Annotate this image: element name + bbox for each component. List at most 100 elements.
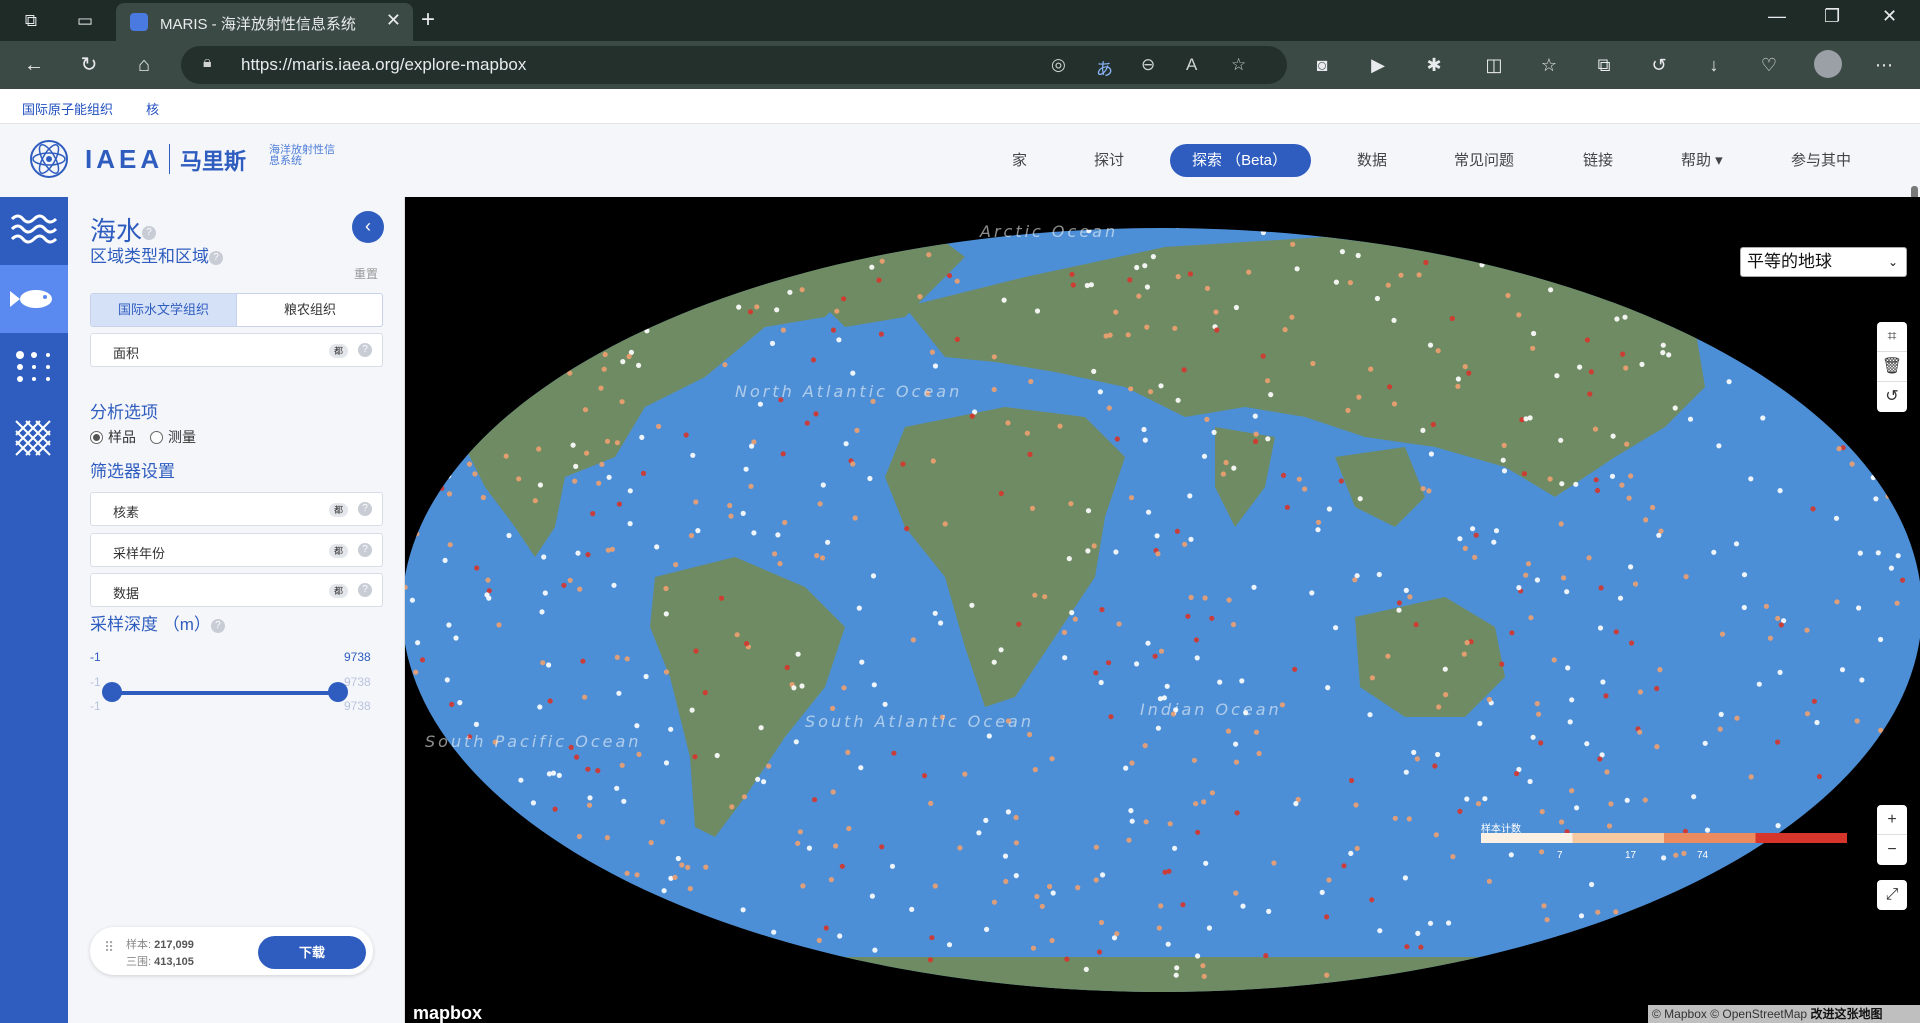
nav-explore[interactable]: 探讨: [1094, 124, 1124, 197]
sample-point: [539, 609, 545, 615]
sample-point: [766, 763, 772, 769]
osm-credit[interactable]: © OpenStreetMap: [1710, 1007, 1807, 1021]
history-icon[interactable]: ↺: [1645, 51, 1673, 79]
nav-links[interactable]: 链接: [1583, 124, 1613, 197]
translate-icon[interactable]: あ: [1096, 55, 1113, 80]
help-icon[interactable]: ?: [358, 583, 372, 597]
radio-measurements[interactable]: 测量: [150, 427, 196, 447]
fullscreen-icon[interactable]: ⤢: [1877, 880, 1907, 910]
zoom-icon[interactable]: ⊖: [1141, 55, 1155, 75]
extension-icon[interactable]: ◙: [1308, 51, 1336, 79]
tab-actions-icon[interactable]: ▭: [72, 8, 98, 34]
new-tab-icon[interactable]: +: [421, 6, 435, 34]
nav-home[interactable]: 家: [1012, 124, 1027, 197]
sample-point: [621, 798, 627, 804]
iaea-link[interactable]: 国际原子能组织: [22, 99, 113, 118]
restore-icon[interactable]: ❐: [1824, 6, 1840, 27]
performance-icon[interactable]: ♡: [1755, 51, 1783, 79]
sample-point: [575, 550, 581, 556]
improve-map-link[interactable]: 改进这张地图: [1810, 1007, 1882, 1021]
drag-handle-icon[interactable]: ⠿: [104, 939, 114, 956]
sample-point: [1903, 715, 1909, 721]
tracking-icon[interactable]: ◎: [1051, 55, 1066, 75]
sample-point: [804, 420, 810, 426]
split-screen-icon[interactable]: ◫: [1480, 51, 1508, 79]
nav-help[interactable]: 帮助 ▾: [1681, 124, 1723, 197]
radio-samples[interactable]: 样品: [90, 427, 136, 447]
profile-avatar[interactable]: [1814, 50, 1842, 78]
favorites-icon[interactable]: ☆: [1535, 51, 1563, 79]
close-tab-icon[interactable]: ✕: [386, 10, 401, 31]
nav-explore-beta[interactable]: 探索 （Beta）: [1170, 144, 1311, 177]
minimize-icon[interactable]: —: [1768, 6, 1786, 27]
draw-polygon-icon[interactable]: ⌗: [1877, 322, 1907, 352]
sample-point: [830, 327, 837, 333]
sample-point: [444, 677, 450, 683]
data-select[interactable]: 数据 都 ?: [90, 573, 383, 607]
depth-min-handle[interactable]: [102, 682, 122, 702]
play-icon[interactable]: ▶: [1364, 51, 1392, 79]
refresh-icon[interactable]: ↻: [75, 51, 103, 79]
zoom-in-icon[interactable]: +: [1877, 805, 1907, 835]
rail-seawater[interactable]: [0, 197, 68, 265]
map-view[interactable]: Arctic Ocean North Atlantic Ocean South …: [405, 197, 1920, 1023]
year-select[interactable]: 采样年份 都 ?: [90, 533, 383, 567]
projection-select[interactable]: 平等的地球 ⌄: [1740, 247, 1907, 277]
reset-view-icon[interactable]: ↺: [1877, 382, 1907, 412]
more-menu-icon[interactable]: ⋯: [1870, 51, 1898, 79]
home-icon[interactable]: ⌂: [130, 51, 158, 79]
downloads-icon[interactable]: ↓: [1700, 51, 1728, 79]
favorite-star-icon[interactable]: ☆: [1231, 55, 1246, 75]
mapbox-credit[interactable]: © Mapbox: [1652, 1007, 1707, 1021]
sample-point: [1413, 622, 1419, 628]
download-button[interactable]: 下载: [258, 936, 366, 969]
sample-point: [1819, 951, 1825, 957]
puzzle-extensions-icon[interactable]: ✱: [1420, 51, 1448, 79]
reset-link[interactable]: 重置: [354, 265, 378, 282]
help-icon[interactable]: ?: [210, 618, 225, 633]
workspaces-icon[interactable]: ⧉: [18, 8, 44, 34]
sample-point: [1128, 386, 1134, 392]
radio-dot[interactable]: [90, 431, 103, 444]
sample-point: [1096, 949, 1103, 955]
trash-icon[interactable]: 🗑︎: [1877, 352, 1907, 382]
window-close-icon[interactable]: ✕: [1882, 6, 1897, 27]
collections-icon[interactable]: ⧉: [1590, 51, 1618, 79]
iho-option[interactable]: 国际水文学组织: [91, 294, 237, 326]
back-icon[interactable]: ←: [20, 51, 48, 79]
help-icon[interactable]: ?: [358, 502, 372, 516]
sample-point: [1569, 697, 1575, 703]
help-icon[interactable]: ?: [142, 226, 157, 241]
sample-point: [810, 216, 815, 221]
area-select[interactable]: 面积 都 ?: [90, 333, 383, 367]
nav-faq[interactable]: 常见问题: [1454, 124, 1514, 197]
rail-sediment[interactable]: [0, 333, 68, 401]
browser-tab[interactable]: MARIS - 海洋放射性信息系统 ✕: [116, 3, 413, 41]
lock-icon[interactable]: 🔒︎: [203, 54, 212, 72]
nav-get-involved[interactable]: 参与其中: [1791, 124, 1851, 197]
logo-maris-text[interactable]: 马里斯: [180, 144, 246, 176]
nuclide-select[interactable]: 核素 都 ?: [90, 492, 383, 526]
mapbox-logo[interactable]: mapbox: [413, 1003, 482, 1023]
depth-slider-track[interactable]: [112, 691, 338, 695]
url-text[interactable]: https://maris.iaea.org/explore-mapbox: [241, 55, 526, 75]
sample-point: [1201, 973, 1207, 980]
collapse-panel-button[interactable]: ‹: [352, 211, 384, 243]
world-map[interactable]: Arctic Ocean North Atlantic Ocean South …: [405, 197, 1920, 1023]
logo-iaea-text[interactable]: IAEA: [85, 144, 163, 175]
help-icon[interactable]: ?: [209, 250, 223, 265]
sample-point: [1668, 249, 1674, 256]
depth-max-handle[interactable]: [328, 682, 348, 702]
read-aloud-icon[interactable]: A: [1186, 55, 1197, 75]
help-icon[interactable]: ?: [358, 543, 372, 557]
radio-dot[interactable]: [150, 431, 163, 444]
address-bar[interactable]: 🔒︎ https://maris.iaea.org/explore-mapbox…: [181, 46, 1287, 84]
iaea-emblem-icon[interactable]: [22, 135, 76, 183]
rail-suspended[interactable]: [0, 401, 68, 469]
nuclear-link[interactable]: 核: [146, 99, 159, 118]
rail-biota[interactable]: [0, 265, 68, 333]
nav-data[interactable]: 数据: [1357, 124, 1387, 197]
zoom-out-icon[interactable]: −: [1877, 835, 1907, 865]
help-icon[interactable]: ?: [358, 343, 372, 357]
fao-option[interactable]: 粮农组织: [237, 294, 383, 326]
